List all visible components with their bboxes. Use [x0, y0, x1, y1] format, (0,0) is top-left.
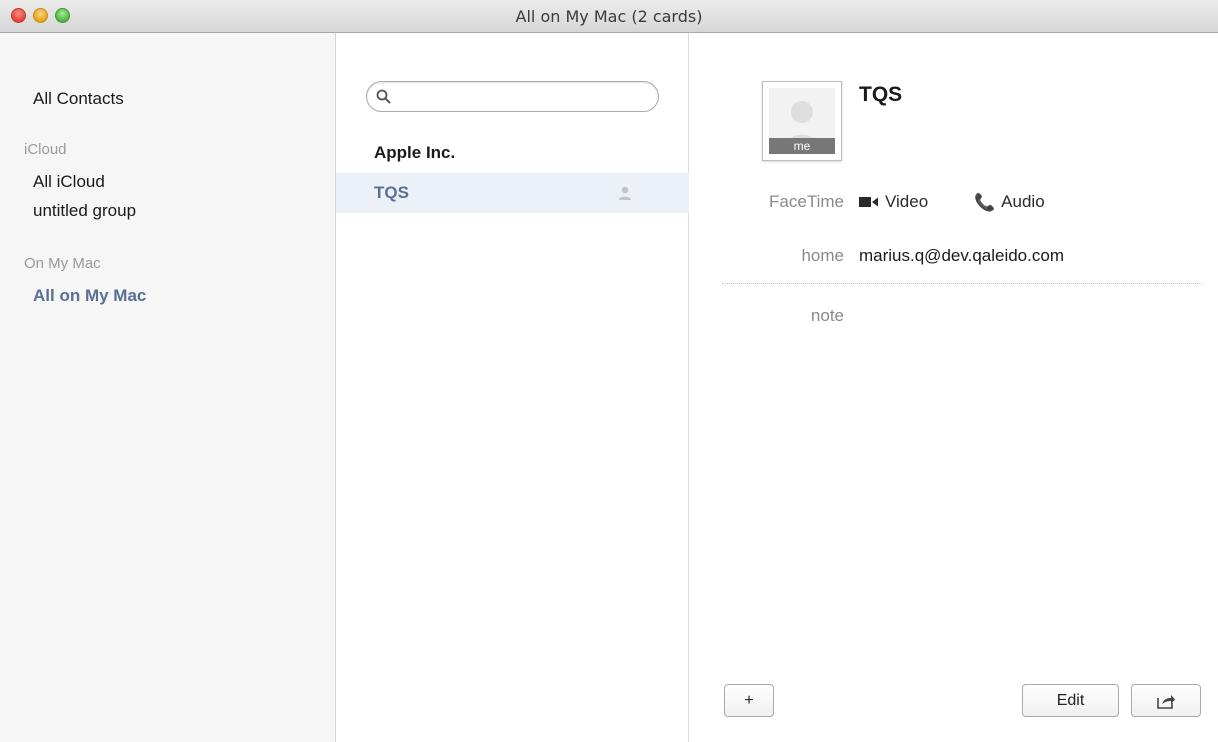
note-label: note [810, 306, 844, 325]
sidebar-header-icloud: iCloud [24, 141, 67, 158]
sidebar-item-all-on-my-mac[interactable]: All on My Mac [33, 286, 146, 306]
search-field[interactable] [366, 81, 659, 112]
phone-icon: 📞 [974, 192, 996, 212]
facetime-audio-button[interactable]: 📞 Audio [974, 192, 1045, 212]
contacts-window: All on My Mac (2 cards) All Contacts iCl… [0, 0, 1218, 742]
title-bar[interactable]: All on My Mac (2 cards) [0, 0, 1218, 33]
search-icon [376, 89, 391, 104]
share-button[interactable] [1131, 684, 1201, 717]
contact-name-heading: TQS [859, 83, 903, 106]
groups-sidebar: All Contacts iCloud All iCloud untitled … [0, 33, 336, 742]
contact-name: Apple Inc. [374, 143, 456, 162]
me-badge: me [769, 138, 835, 154]
video-camera-icon [859, 197, 878, 207]
sidebar-header-on-my-mac: On My Mac [24, 255, 101, 272]
facetime-label: FaceTime [769, 192, 844, 211]
avatar: me [769, 88, 835, 154]
contact-name: TQS [374, 183, 409, 202]
video-label: Video [885, 192, 929, 211]
divider [722, 283, 1202, 284]
edit-button[interactable]: Edit [1022, 684, 1119, 717]
list-item[interactable]: Apple Inc. [336, 133, 689, 173]
home-email-label: home [801, 246, 844, 265]
audio-label: Audio [1001, 192, 1045, 211]
window-title: All on My Mac (2 cards) [515, 7, 703, 26]
contact-detail: me TQS FaceTime Video 📞 Audio home mariu… [689, 33, 1218, 742]
search-input[interactable] [393, 86, 647, 110]
share-icon [1157, 694, 1175, 709]
contacts-list: Apple Inc. TQS [336, 33, 689, 742]
list-item-selected[interactable]: TQS [336, 173, 689, 213]
home-email-value[interactable]: marius.q@dev.qaleido.com [859, 246, 1064, 266]
facetime-video-button[interactable]: Video [859, 192, 928, 212]
person-icon [619, 186, 631, 200]
sidebar-item-untitled-group[interactable]: untitled group [33, 201, 136, 221]
add-button[interactable]: + [724, 684, 774, 717]
sidebar-item-all-contacts[interactable]: All Contacts [33, 89, 124, 109]
contact-photo[interactable]: me [762, 81, 842, 161]
sidebar-item-all-icloud[interactable]: All iCloud [33, 172, 105, 192]
